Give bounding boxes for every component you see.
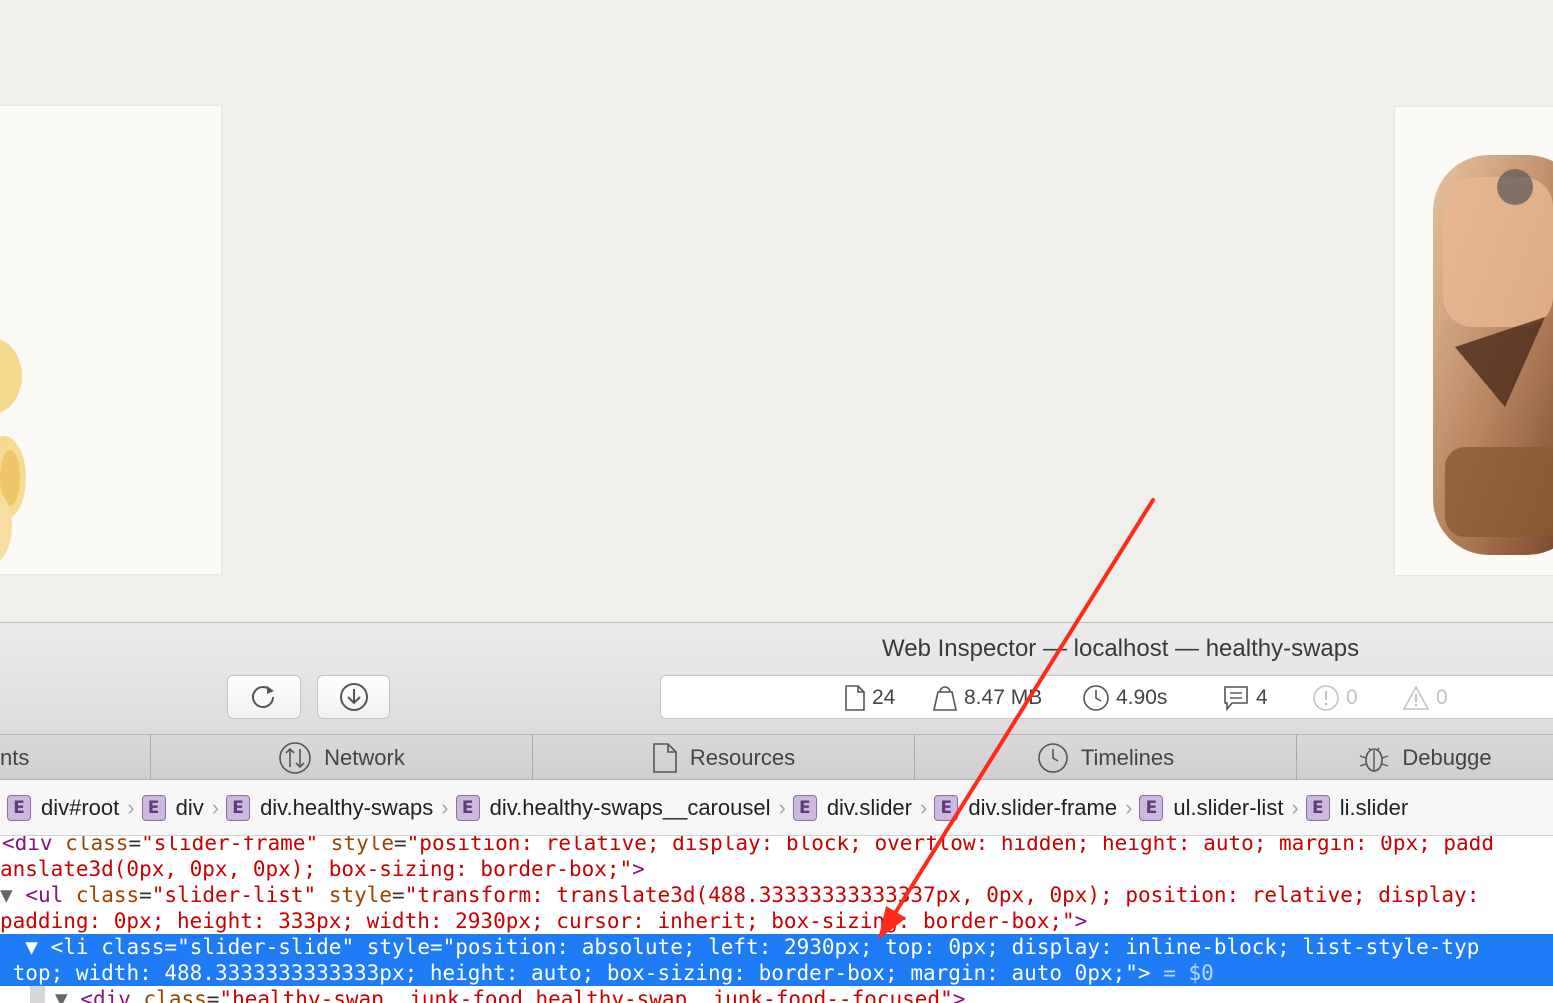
element-badge-icon: E [792, 794, 817, 821]
dom-node-slider-frame-cont[interactable]: anslate3d(0px, 0px, 0px); box-sizing: bo… [0, 856, 645, 882]
window-title: Web Inspector — localhost — healthy-swap… [882, 635, 1360, 662]
load-time-label: 4.90s [1116, 686, 1168, 709]
breadcrumb-item-label: div [175, 794, 204, 820]
breadcrumb-item-slider-slide[interactable]: E li.slider [1305, 794, 1409, 821]
breadcrumb-item-slider[interactable]: E div.slider › [792, 794, 928, 821]
carousel-card-right[interactable] [1395, 107, 1553, 575]
dom-node-junk-food[interactable]: ▼ <div class="healthy-swap__junk-food he… [55, 986, 965, 1003]
size-count[interactable]: 8.47 MB [932, 676, 1042, 720]
reload-icon [252, 686, 274, 708]
log-count[interactable]: 4 [1222, 676, 1268, 720]
dom-node-slider-slide-selected[interactable]: ▼ <li class="slider-slide" style="positi… [0, 934, 1553, 960]
clock-icon [1038, 742, 1068, 773]
breadcrumb-item-label: div#root [41, 794, 120, 820]
breadcrumb-item-carousel[interactable]: E div.healthy-swaps__carousel › [455, 794, 786, 821]
load-time[interactable]: 4.90s [1082, 676, 1167, 720]
download-icon [339, 683, 368, 711]
element-badge-icon: E [7, 794, 31, 821]
error-count-label: 0 [1346, 686, 1358, 709]
bug-icon [1360, 747, 1389, 772]
dom-breadcrumb: E div#root › E div › E div.healthy-swaps… [0, 780, 1553, 836]
dom-node-slider-frame[interactable]: <div class="slider-frame" style="positio… [2, 836, 1494, 856]
web-inspector: Web Inspector — localhost — healthy-swap… [0, 622, 1553, 1003]
breadcrumb-item-healthy-swaps[interactable]: E div.healthy-swaps › [226, 794, 449, 821]
tab-elements-label: nts [0, 744, 30, 770]
tab-elements[interactable]: nts [0, 735, 150, 780]
tab-network[interactable]: Network [150, 735, 532, 780]
chevron-right-icon: › [1291, 794, 1299, 820]
breadcrumb-item-label: li.slider [1339, 794, 1409, 820]
network-icon [279, 741, 311, 774]
breadcrumb-item-root[interactable]: E div#root › [7, 794, 135, 821]
carousel-card-left[interactable] [0, 106, 221, 574]
disclosure-triangle-icon[interactable]: ▼ [25, 935, 38, 959]
dom-node-slider-slide-cont[interactable]: top; width: 488.3333333333333px; height:… [0, 960, 1553, 986]
tab-debugger-label: Debugge [1402, 744, 1492, 770]
dom-node-slider-list[interactable]: ▼ <ul class="slider-list" style="transfo… [0, 882, 1492, 908]
element-badge-icon: E [226, 794, 251, 821]
disclosure-triangle-icon[interactable]: ▼ [55, 987, 68, 1003]
inspector-titlebar[interactable]: Web Inspector — localhost — healthy-swap… [0, 622, 1553, 734]
snack-package-image [1433, 155, 1553, 555]
chevron-right-icon: › [211, 794, 220, 820]
size-label: 8.47 MB [964, 686, 1043, 709]
breadcrumb-item-label: ul.slider-list [1173, 794, 1284, 820]
dom-node-slider-list-cont[interactable]: padding: 0px; height: 333px; width: 2930… [0, 908, 1087, 934]
breadcrumb-item-div[interactable]: E div › [141, 794, 220, 821]
inspector-tab-bar: nts Network Resources Timelines Debugge [0, 734, 1553, 780]
chips-image [0, 339, 26, 561]
tab-debugger[interactable]: Debugge [1296, 735, 1553, 780]
chevron-right-icon: › [127, 794, 135, 820]
document-icon [845, 685, 865, 711]
error-icon [1313, 685, 1339, 711]
breadcrumb-item-label: div.slider-frame [968, 794, 1118, 820]
chevron-right-icon: › [920, 794, 928, 820]
resources-count[interactable]: 24 [844, 676, 895, 720]
tab-resources[interactable]: Resources [532, 735, 914, 780]
dom-tree[interactable]: <div class="slider-frame" style="positio… [0, 836, 1553, 1003]
chevron-right-icon: › [1125, 794, 1133, 820]
reload-button[interactable] [227, 675, 301, 719]
tab-timelines-label: Timelines [1080, 744, 1175, 770]
tab-timelines[interactable]: Timelines [914, 735, 1296, 780]
warning-count-label: 0 [1436, 686, 1448, 709]
element-badge-icon: E [1305, 794, 1330, 821]
download-button[interactable] [317, 675, 390, 719]
activity-status-field[interactable]: 24 8.47 MB 4.90s 4 0 0 [660, 675, 1553, 719]
message-icon [1224, 686, 1248, 712]
resources-count-label: 24 [872, 686, 896, 709]
element-badge-icon: E [141, 794, 166, 821]
chevron-right-icon: › [778, 794, 786, 820]
disclosure-triangle-icon[interactable]: ▼ [0, 883, 13, 907]
page-viewport [0, 0, 1553, 622]
element-badge-icon: E [1139, 794, 1164, 821]
document-icon [653, 742, 677, 773]
clock-icon [1083, 685, 1109, 711]
error-count[interactable]: 0 [1312, 676, 1358, 720]
tab-resources-label: Resources [689, 744, 796, 770]
warning-count[interactable]: 0 [1402, 676, 1448, 720]
breadcrumb-item-slider-list[interactable]: E ul.slider-list › [1139, 794, 1299, 821]
chevron-right-icon: › [441, 794, 449, 820]
breadcrumb-item-label: div.healthy-swaps__carousel [489, 794, 771, 820]
warning-icon [1402, 685, 1430, 710]
weight-icon [933, 686, 957, 711]
tab-network-label: Network [324, 744, 405, 770]
indent-guide [30, 986, 45, 1003]
breadcrumb-item-slider-frame[interactable]: E div.slider-frame › [934, 794, 1133, 821]
log-count-label: 4 [1256, 686, 1268, 709]
breadcrumb-item-label: div.healthy-swaps [260, 794, 434, 820]
element-badge-icon: E [455, 794, 480, 821]
breadcrumb-item-label: div.slider [826, 794, 912, 820]
element-badge-icon: E [934, 794, 959, 821]
